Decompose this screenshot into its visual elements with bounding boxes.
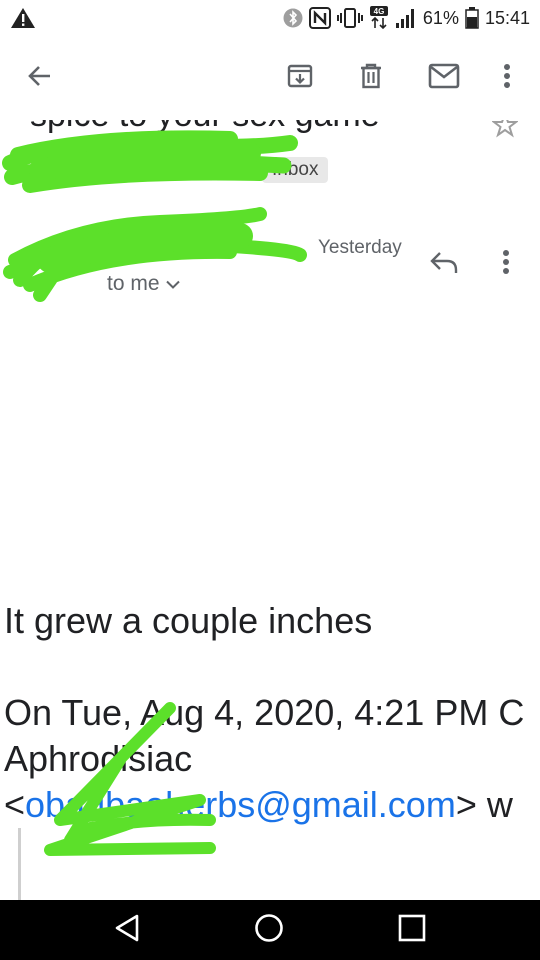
status-icons: 4G 61% 15:41 <box>283 0 530 36</box>
star-icon[interactable] <box>491 120 519 140</box>
email-subject: spice to your sex game <box>30 120 380 135</box>
email-body-line: It grew a couple inches <box>4 600 373 641</box>
nav-recents-button[interactable] <box>390 910 434 950</box>
data-arrows-icon: 4G <box>369 6 389 30</box>
quote-email-close: > w <box>455 784 513 825</box>
reply-button[interactable] <box>424 244 464 284</box>
sender-row: Yesterday to me <box>0 200 540 310</box>
battery-icon <box>465 7 479 29</box>
delete-button[interactable] <box>351 58 391 98</box>
nav-home-icon <box>254 913 284 948</box>
network-badge-text: 4G <box>374 7 385 16</box>
reply-icon <box>429 250 459 279</box>
quote-email-open: < <box>4 784 26 825</box>
back-button[interactable] <box>20 58 60 98</box>
quote-email-line: <obadbaeherbs@gmail.com> w <box>4 784 513 826</box>
bluetooth-icon <box>283 8 303 28</box>
nav-recents-icon <box>398 914 426 947</box>
nav-back-button[interactable] <box>105 910 149 950</box>
archive-button[interactable] <box>280 58 320 98</box>
quote-bar <box>18 828 21 900</box>
email-date: Yesterday <box>318 237 402 258</box>
battery-percent: 61% <box>422 7 459 28</box>
quote-email-link[interactable]: obadbaeherbs@gmail.com <box>25 784 456 825</box>
quote-header-line: On Tue, Aug 4, 2020, 4:21 PM C <box>4 692 524 734</box>
system-nav-bar <box>0 900 540 960</box>
message-more-button[interactable] <box>488 244 524 284</box>
quote-sender-name: Aphrodisiac <box>4 738 193 779</box>
recipient-text: to me <box>107 272 160 295</box>
more-options-button[interactable] <box>487 58 527 98</box>
label-row: Inbox <box>0 150 540 190</box>
chevron-down-icon <box>165 272 180 296</box>
quote-header-tail: C <box>498 692 525 733</box>
warning-icon <box>10 7 36 34</box>
inbox-label-chip[interactable]: Inbox <box>262 157 329 183</box>
mark-unread-icon <box>428 63 460 94</box>
vibrate-icon <box>336 7 363 29</box>
quote-header-date: On Tue, Aug 4, 2020, 4:21 PM <box>4 692 489 733</box>
more-vert-icon <box>503 63 511 94</box>
clock: 15:41 <box>484 7 530 28</box>
delete-icon <box>357 62 385 95</box>
more-vert-icon <box>502 249 510 280</box>
recipient-details-toggle[interactable]: to me <box>107 272 180 296</box>
nfc-icon <box>308 7 331 29</box>
email-toolbar <box>0 36 540 120</box>
back-arrow-icon <box>26 62 54 95</box>
subject-area: spice to your sex game <box>0 120 540 140</box>
archive-icon <box>286 62 314 95</box>
status-bar: 4G 61% 15:41 <box>0 0 540 36</box>
mark-unread-button[interactable] <box>424 58 464 98</box>
signal-icon <box>395 7 417 29</box>
nav-home-button[interactable] <box>247 910 291 950</box>
nav-back-icon <box>113 913 141 948</box>
